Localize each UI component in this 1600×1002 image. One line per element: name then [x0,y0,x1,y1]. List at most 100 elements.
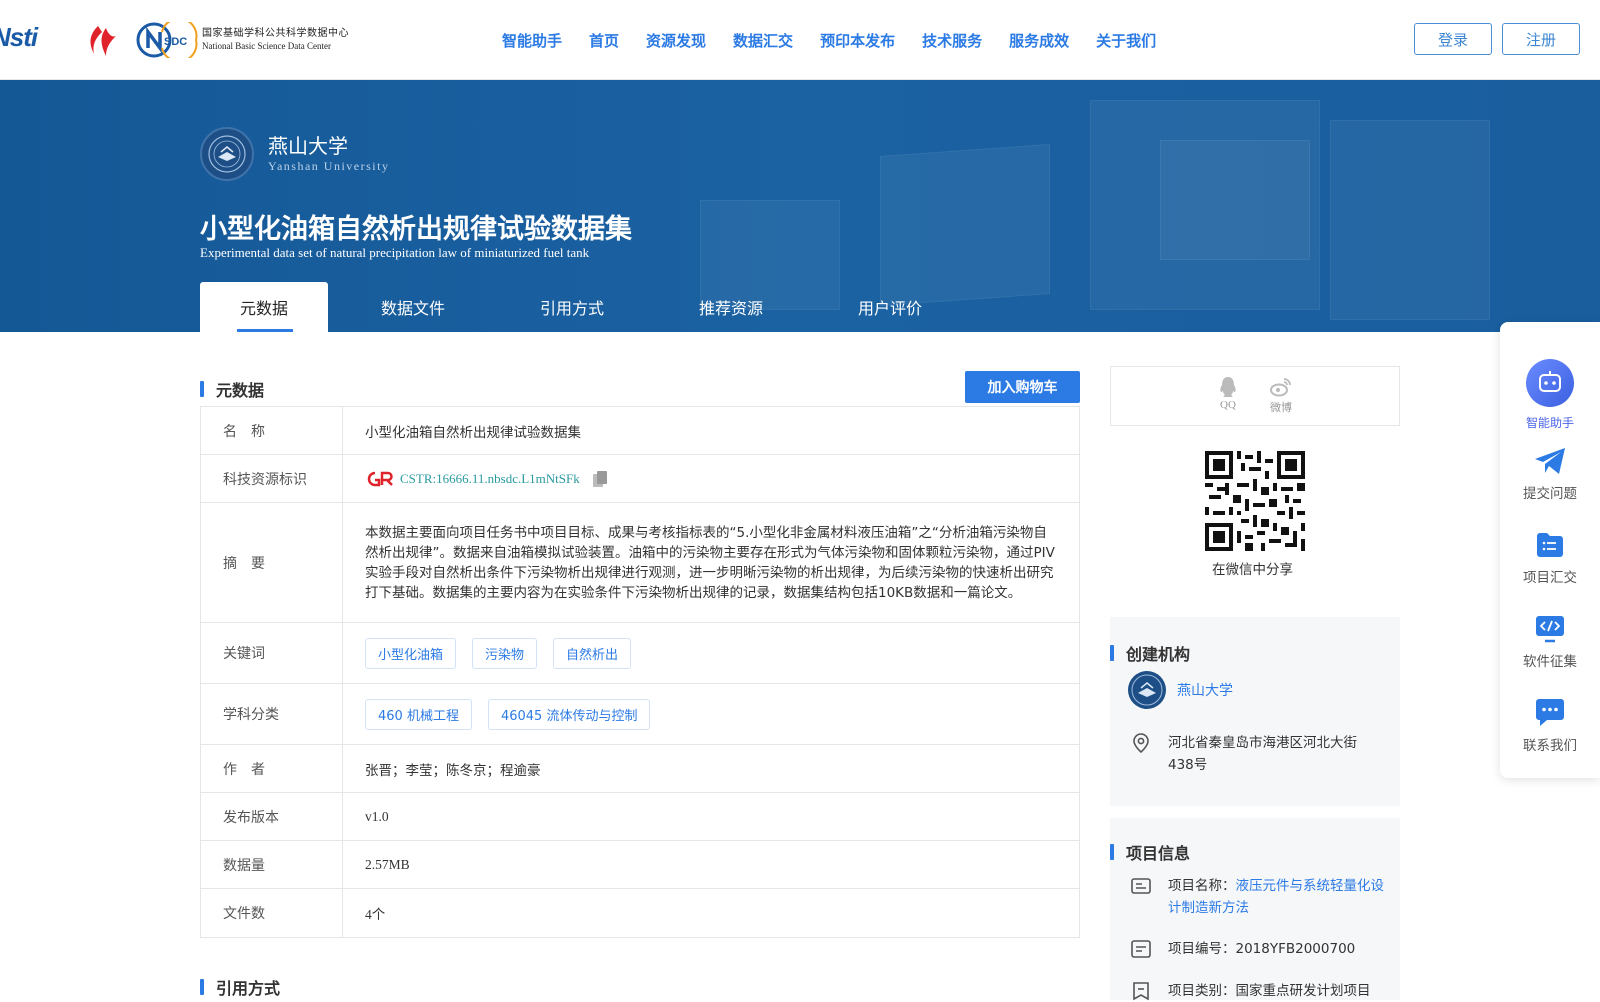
keyword-chip[interactable]: 污染物 [472,637,538,669]
float-project-submit-button[interactable]: 项目汇交 [1500,530,1600,586]
tab-recommended[interactable]: 推荐资源 [646,282,816,332]
float-assistant-button[interactable]: 智能助手 [1500,358,1600,431]
keyword-chip[interactable]: 小型化油箱 [365,637,457,669]
table-row: 数据量 2.57MB [201,841,1079,889]
table-row: 摘 要 本数据主要面向项目任务书中项目目标、成果与考核指标表的“5.小型化非金属… [201,503,1079,623]
nsdc-chinese-name: 国家基础学科公共科学数据中心 [202,28,349,39]
nav-item-home[interactable]: 首页 [589,30,619,51]
row-label: 文件数 [201,889,343,937]
section-marker [200,979,204,995]
table-row: 学科分类 460 机械工程 46045 流体传动与控制 [201,684,1079,745]
creator-org[interactable]: 燕山大学 [1127,670,1233,710]
main-nav: 智能助手 首页 资源发现 数据汇交 预印本发布 技术服务 服务成效 关于我们 [502,30,1183,51]
robot-assistant-icon [1526,359,1574,407]
nav-item-discover[interactable]: 资源发现 [646,30,706,51]
metadata-section-title: 元数据 [216,381,265,400]
login-button[interactable]: 登录 [1414,23,1492,55]
weibo-label: 微博 [1270,402,1292,414]
row-label: 摘 要 [201,503,343,622]
project-name-label: 项目名称： [1168,878,1236,894]
copy-icon[interactable] [592,470,608,488]
float-submit-question-button[interactable]: 提交问题 [1500,446,1600,502]
paper-plane-icon [1535,448,1565,474]
flame-logo-icon[interactable] [84,24,120,58]
university-emblem-icon [1128,671,1166,709]
creator-org-name[interactable]: 燕山大学 [1177,680,1233,700]
wechat-qr-code [1205,451,1305,551]
creator-section-header: 创建机构 [1110,641,1190,665]
float-assistant-label: 智能助手 [1525,416,1574,430]
tab-reviews[interactable]: 用户评价 [816,282,964,332]
bookmark-icon [1133,982,1149,1001]
nav-item-tech[interactable]: 技术服务 [922,30,982,51]
creator-address-row: 河北省秦皇岛市海港区河北大街438号 [1130,732,1380,776]
row-label: 学科分类 [201,684,343,744]
float-software-label: 软件征集 [1523,654,1577,670]
banner-decoration [1160,140,1310,260]
share-qq[interactable]: QQ [1217,375,1239,425]
creator-section-title: 创建机构 [1126,645,1191,664]
cstr-icon [367,471,393,486]
row-label: 名 称 [201,407,343,454]
nsdc-english-name: National Basic Science Data Center [202,41,331,51]
project-section-header: 项目信息 [1110,840,1190,864]
project-name-row: 项目名称：液压元件与系统轻量化设计制造新方法 [1130,875,1390,919]
svg-text:SDC: SDC [164,36,187,48]
table-row: 发布版本 v1.0 [201,793,1079,841]
top-header: Nsti SDC 国家基础学科公共科学数据中心 National Basic S… [0,0,1600,80]
nsdc-badge-icon: SDC [136,22,198,58]
tab-metadata[interactable]: 元数据 [200,282,328,332]
tab-data-files[interactable]: 数据文件 [328,282,498,332]
cstr-value[interactable]: CSTR:16666.11.nbsdc.L1mNtSFk [400,471,580,487]
metadata-section-header: 元数据 [200,377,264,401]
keyword-chip[interactable]: 自然析出 [553,637,632,669]
row-label: 数据量 [201,841,343,888]
row-label: 科技资源标识 [201,455,343,502]
subject-chip[interactable]: 46045 流体传动与控制 [487,698,651,730]
chat-bubble-icon [1536,699,1564,726]
organization-name[interactable]: 燕山大学 [268,130,348,159]
cstr-identifier[interactable]: CSTR:16666.11.nbsdc.L1mNtSFk [365,470,608,488]
nav-item-assistant[interactable]: 智能助手 [502,30,562,51]
float-contact-button[interactable]: 联系我们 [1500,698,1600,754]
project-code-label: 项目编号： [1168,941,1236,957]
nav-item-submit[interactable]: 数据汇交 [733,30,793,51]
add-to-cart-button[interactable]: 加入购物车 [965,371,1080,403]
table-row: 文件数 4个 [201,889,1079,937]
subject-chip[interactable]: 460 机械工程 [365,698,472,730]
project-section-title: 项目信息 [1126,844,1191,863]
nav-item-preprint[interactable]: 预印本发布 [820,30,895,51]
nav-item-about[interactable]: 关于我们 [1096,30,1156,51]
metadata-table: 名 称 小型化油箱自然析出规律试验数据集 科技资源标识 CSTR:16666.1… [200,406,1080,938]
dataset-english-title: Experimental data set of natural precipi… [200,245,590,260]
share-box: QQ 微博 [1110,366,1400,426]
table-row: 作 者 张晋；李莹；陈冬京；程逾豪 [201,745,1079,793]
nav-item-results[interactable]: 服务成效 [1009,30,1069,51]
project-code-value: 2018YFB2000700 [1235,941,1356,957]
wechat-share-caption: 在微信中分享 [1212,562,1293,578]
table-row: 名 称 小型化油箱自然析出规律试验数据集 [201,407,1079,455]
row-label: 作 者 [201,745,343,792]
register-button[interactable]: 注册 [1502,23,1580,55]
project-type-label: 项目类别： [1168,983,1236,999]
dataset-name-value: 小型化油箱自然析出规律试验数据集 [365,424,581,440]
data-size-value: 2.57MB [365,856,410,872]
section-marker [1110,645,1114,661]
dataset-tabs: 元数据 数据文件 引用方式 推荐资源 用户评价 [200,282,964,332]
nsdc-logo[interactable]: SDC 国家基础学科公共科学数据中心 National Basic Scienc… [136,22,349,58]
banner-decoration [1330,120,1490,320]
cstr-logo[interactable]: Nsti [0,22,38,53]
project-type-value: 国家重点研发计划项目 [1235,983,1371,999]
float-project-submit-label: 项目汇交 [1523,570,1577,586]
code-monitor-icon [1536,616,1564,643]
tab-citation[interactable]: 引用方式 [498,282,646,332]
list-folder-icon [1537,533,1563,557]
citation-section-header: 引用方式 [200,975,280,999]
university-logo[interactable] [200,127,254,181]
share-weibo[interactable]: 微博 [1269,375,1293,425]
floating-toolbar: 智能助手 提交问题 项目汇交 软件征集 联系我们 [1500,322,1600,778]
abstract-text: 本数据主要面向项目任务书中项目目标、成果与考核指标表的“5.小型化非金属材料液压… [365,524,1055,601]
file-count-value: 4个 [365,907,386,922]
float-software-button[interactable]: 软件征集 [1500,614,1600,670]
university-emblem-icon [208,135,246,173]
